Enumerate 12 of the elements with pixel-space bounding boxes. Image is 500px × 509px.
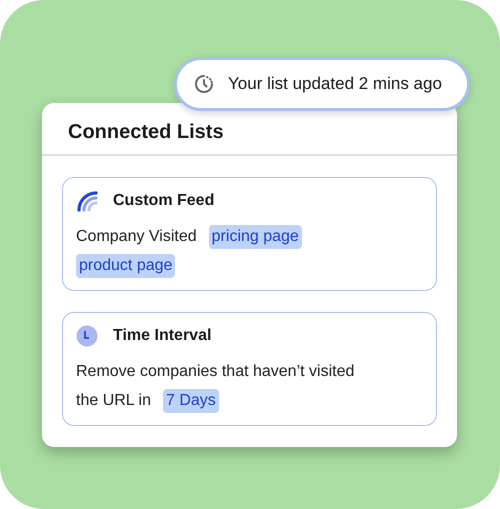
url-tag: pricing page xyxy=(208,224,302,248)
url-tag: 7 Days xyxy=(163,388,219,412)
clock-icon xyxy=(194,74,214,94)
condition-text: Remove companies that haven’t visited xyxy=(76,362,354,380)
url-tag: product page xyxy=(76,254,176,278)
toast-text: Your list updated 2 mins ago xyxy=(228,74,442,94)
clock-icon xyxy=(76,325,98,347)
list-title: Custom Feed xyxy=(113,192,214,210)
condition-text: the URL in xyxy=(76,392,151,410)
list-title: Time Interval xyxy=(113,327,212,345)
signal-arcs-icon xyxy=(76,190,98,212)
condition-text: Company Visited xyxy=(76,228,197,246)
